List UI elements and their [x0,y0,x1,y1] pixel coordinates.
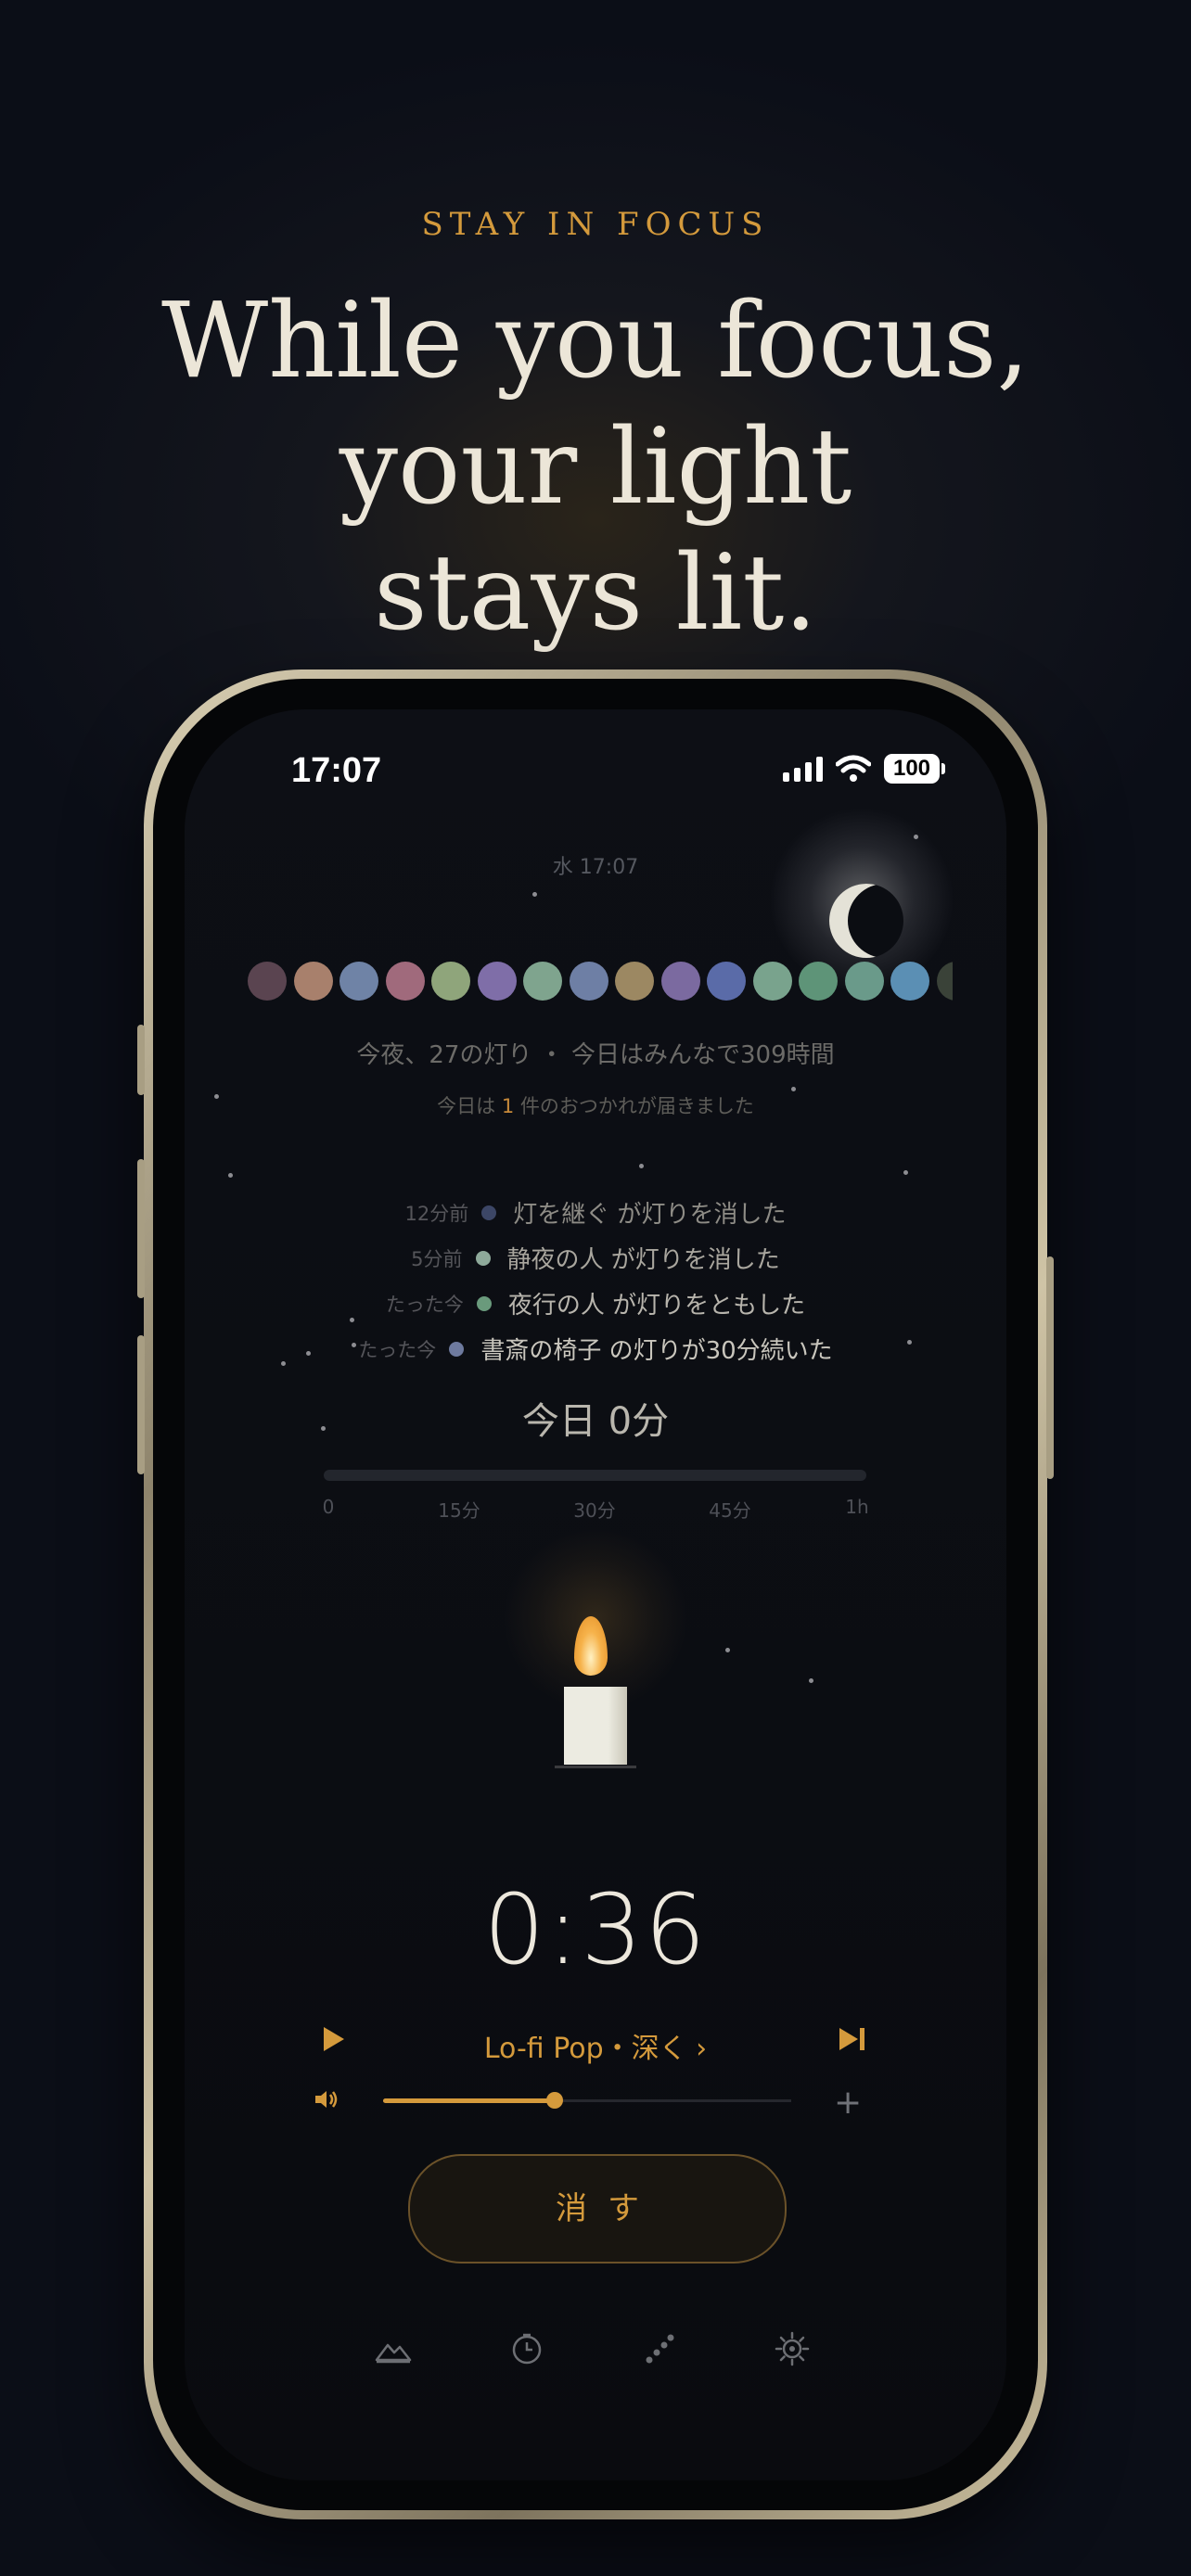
star [809,1678,813,1683]
wifi-icon [836,755,871,782]
light-dot [799,962,838,1001]
feed-time: たった今 [385,1293,464,1316]
focus-timer: 0:36 [483,1873,708,1986]
tab-bar [185,2321,1006,2377]
status-icons: 100 [783,754,945,784]
clock-icon [512,2333,542,2365]
stars-icon [646,2334,674,2364]
lights-dot-row [248,962,953,1001]
status-time: 17:07 [291,751,382,790]
light-dot [248,962,287,1001]
progress-ticks: 0 15分 30分 45分 1h [322,1496,869,1522]
light-dot [844,962,884,1001]
feed-item: 12分前 灯を継ぐ が灯りを消した [185,1190,1006,1235]
headline-line-1: While you focus, [160,281,1031,402]
add-sound-icon[interactable]: + [834,2084,862,2122]
speaker-icon[interactable] [314,2089,339,2110]
feed-time: 5分前 [411,1247,463,1270]
light-dot [477,962,517,1001]
light-dot [615,962,654,1001]
light-dot [339,962,378,1001]
feed-dot [449,1341,465,1357]
tick-label: 15分 [438,1499,480,1522]
star [725,1648,730,1652]
extinguish-button[interactable]: 消す [408,2154,787,2264]
tick-label: 1h [845,1496,869,1518]
eyebrow-text: STAY IN FOCUS [421,206,770,243]
mountain-icon [375,2343,412,2364]
notice-count: 1 [501,1095,515,1117]
light-dot [385,962,425,1001]
light-dot [569,962,608,1001]
feed-time: 12分前 [404,1202,469,1225]
feed-dot [481,1205,497,1220]
side-button-volume-down [137,1335,145,1474]
candle-base [555,1766,636,1768]
feed-text: 静夜の人 が灯りを消した [506,1246,780,1274]
star [903,1170,908,1175]
tick-label: 45分 [709,1499,751,1522]
gear-icon [775,2331,810,2366]
otsukare-notice[interactable]: 今日は 1 件のおつかれが届きました [185,1091,1006,1119]
notice-prefix: 今日は [437,1095,496,1117]
volume-control: + [185,2082,1006,2122]
feed-time: たった今 [358,1338,437,1361]
tick-label: 0 [322,1496,335,1518]
tab-landscape[interactable] [365,2321,421,2377]
side-button-silent [137,1025,145,1095]
volume-slider-fill [383,2098,555,2103]
feed-text: 灯を継ぐ が灯りを消した [513,1201,787,1229]
track-selector[interactable]: Lo-fi Pop・深く › [185,2025,1006,2066]
today-total: 今日 0分 [521,1400,670,1443]
feed-text: 夜行の人 が灯りをともした [507,1292,806,1320]
light-dot [707,962,746,1001]
feed-item: たった今 夜行の人 が灯りをともした [185,1281,1006,1326]
tab-settings[interactable] [764,2321,820,2377]
app-screen: 17:07 100 水 17:07 今夜、27の灯り ・ 今日はみんなで309時… [185,709,1006,2480]
star [532,892,537,897]
moon-icon [829,884,903,958]
volume-slider-thumb[interactable] [545,2092,563,2109]
daily-progress-track [324,1470,866,1481]
tick-label: 30分 [573,1499,616,1522]
music-player: Lo-fi Pop・深く › [185,2020,1006,2066]
headline-line-3: stays lit. [374,533,817,654]
star [228,1173,233,1178]
light-dot [890,962,929,1001]
notice-suffix: 件のおつかれが届きました [519,1095,754,1117]
battery-indicator: 100 [884,754,945,784]
marketing-headline: While you focus, your light stays lit. [0,278,1191,657]
feed-text: 書斎の椅子 の灯りが30分続いた [480,1337,833,1365]
feed-dot [475,1250,491,1266]
light-dot [936,962,953,1001]
skip-next-icon[interactable] [839,2028,867,2050]
signal-icon [783,756,823,782]
activity-feed: 12分前 灯を継ぐ が灯りを消した 5分前 静夜の人 が灯りを消した たった今 … [185,1190,1006,1371]
light-dot [431,962,470,1001]
light-dot [660,962,700,1001]
candle-icon [564,1687,627,1765]
side-button-power [1046,1256,1054,1479]
side-button-volume-up [137,1159,145,1298]
headline-line-2: your light [339,407,852,528]
light-dot [523,962,562,1001]
star [639,1164,644,1168]
feed-dot [476,1295,492,1311]
light-dot [752,962,792,1001]
feed-item: 5分前 静夜の人 が灯りを消した [185,1235,1006,1281]
tab-constellation[interactable] [631,2321,686,2377]
light-dot [293,962,333,1001]
lights-summary: 今夜、27の灯り ・ 今日はみんなで309時間 [356,1041,835,1069]
tab-timer[interactable] [499,2321,555,2377]
feed-item: たった今 書斎の椅子 の灯りが30分続いた [185,1326,1006,1371]
